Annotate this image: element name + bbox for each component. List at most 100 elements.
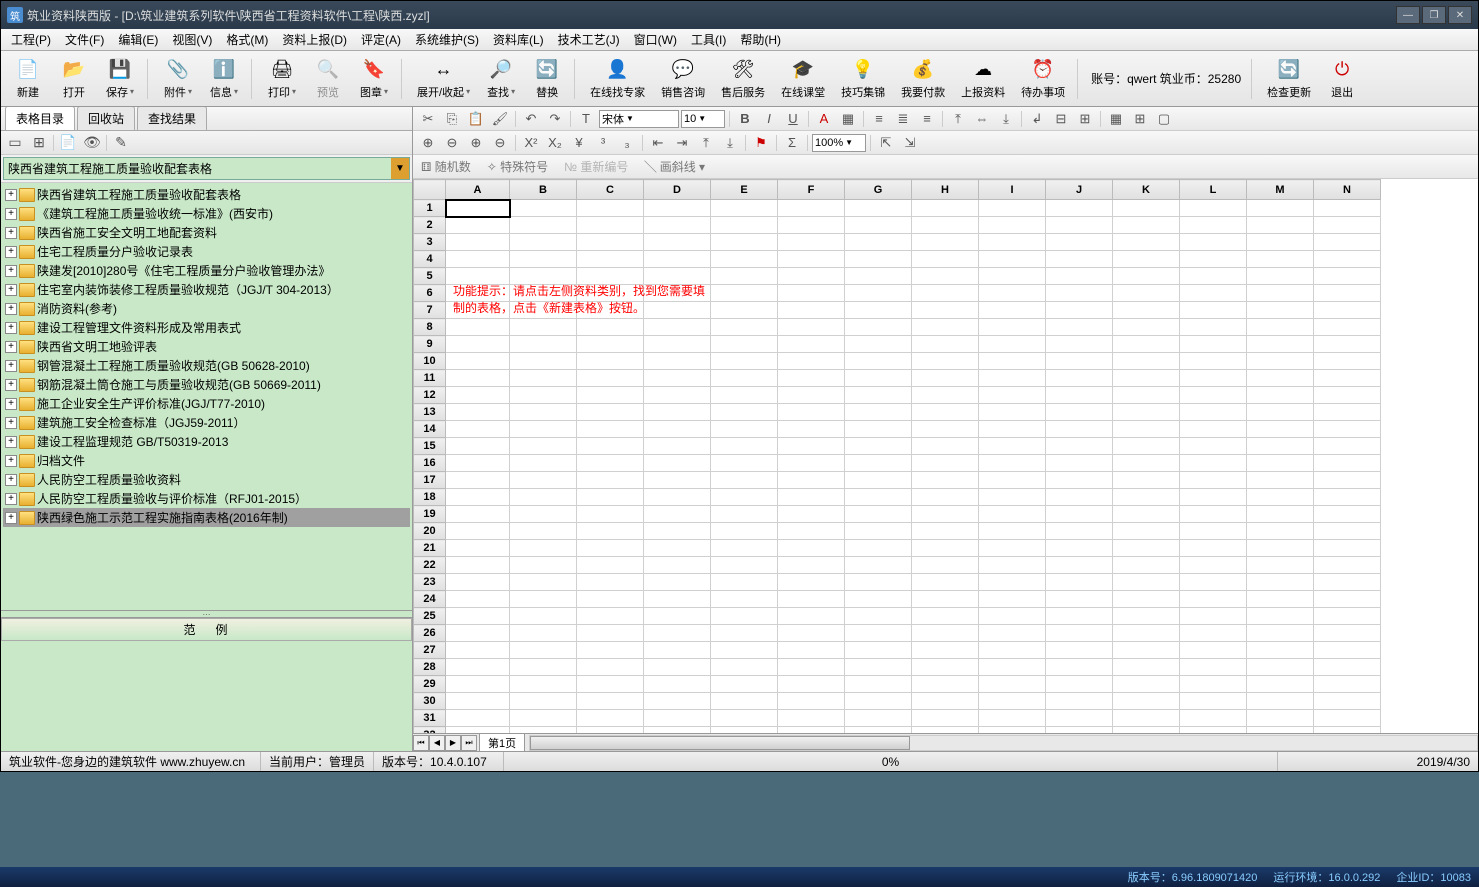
tree-item[interactable]: +建筑施工安全检查标准（JGJ59-2011） — [3, 413, 410, 432]
cell[interactable] — [1113, 319, 1180, 336]
cell[interactable] — [1314, 217, 1381, 234]
cell[interactable] — [845, 251, 912, 268]
cell[interactable] — [1180, 285, 1247, 302]
cell[interactable] — [1247, 302, 1314, 319]
cell[interactable] — [1247, 574, 1314, 591]
cell[interactable] — [1046, 251, 1113, 268]
cell[interactable] — [1247, 404, 1314, 421]
cell[interactable] — [644, 353, 711, 370]
cell[interactable] — [446, 353, 510, 370]
menu-8[interactable]: 资料库(L) — [487, 29, 550, 50]
cell[interactable] — [711, 676, 778, 693]
col-header[interactable]: E — [711, 180, 778, 200]
service-button[interactable]: 🛠售后服务 — [715, 56, 771, 102]
expand-icon[interactable]: + — [5, 246, 17, 258]
cell[interactable] — [845, 455, 912, 472]
upload-button[interactable]: ☁上报资料 — [955, 56, 1011, 102]
cell[interactable] — [1247, 387, 1314, 404]
cell[interactable] — [1046, 319, 1113, 336]
cell[interactable] — [1314, 251, 1381, 268]
cell[interactable] — [979, 642, 1046, 659]
cell[interactable] — [644, 591, 711, 608]
row-header[interactable]: 29 — [414, 676, 446, 693]
cell[interactable] — [979, 506, 1046, 523]
cell[interactable] — [1113, 285, 1180, 302]
cell[interactable] — [912, 268, 979, 285]
expand-icon[interactable]: + — [5, 436, 17, 448]
cell[interactable] — [711, 234, 778, 251]
find-button[interactable]: 🔎查找▾ — [480, 56, 522, 102]
cell[interactable] — [644, 336, 711, 353]
tree-new-icon[interactable]: 📄 — [58, 133, 78, 153]
cell[interactable] — [778, 608, 845, 625]
cell[interactable] — [577, 523, 644, 540]
cell[interactable] — [644, 251, 711, 268]
cell[interactable] — [845, 438, 912, 455]
row-header[interactable]: 14 — [414, 421, 446, 438]
tree-item[interactable]: +人民防空工程质量验收资料 — [3, 470, 410, 489]
row-header[interactable]: 26 — [414, 625, 446, 642]
row-header[interactable]: 22 — [414, 557, 446, 574]
open-button[interactable]: 📂打开 — [53, 56, 95, 102]
cell[interactable] — [446, 489, 510, 506]
cell[interactable] — [1314, 421, 1381, 438]
cell[interactable] — [1113, 540, 1180, 557]
cell[interactable] — [778, 574, 845, 591]
cell[interactable] — [1180, 608, 1247, 625]
shift-up-icon[interactable]: ⤒ — [695, 133, 717, 153]
cell[interactable] — [577, 404, 644, 421]
cell[interactable] — [845, 404, 912, 421]
cell[interactable] — [778, 438, 845, 455]
cell[interactable] — [577, 455, 644, 472]
cell[interactable] — [845, 319, 912, 336]
cell[interactable] — [446, 404, 510, 421]
tree-item[interactable]: +消防资料(参考) — [3, 299, 410, 318]
cell[interactable] — [510, 200, 577, 217]
expand-icon[interactable]: + — [5, 512, 17, 524]
diagonal-button[interactable]: ╲ 画斜线 ▾ — [640, 156, 709, 177]
cell[interactable] — [1247, 540, 1314, 557]
cell[interactable] — [912, 693, 979, 710]
valign-bottom-icon[interactable]: ⤓ — [995, 109, 1017, 129]
cell[interactable] — [446, 438, 510, 455]
sub3-icon[interactable]: ₃ — [616, 133, 638, 153]
col-header[interactable]: J — [1046, 180, 1113, 200]
cell[interactable] — [845, 421, 912, 438]
cell[interactable] — [778, 710, 845, 727]
cell[interactable] — [711, 506, 778, 523]
cell[interactable] — [1247, 353, 1314, 370]
cell[interactable] — [1113, 251, 1180, 268]
cell[interactable] — [711, 710, 778, 727]
cell[interactable] — [1247, 319, 1314, 336]
cell[interactable] — [778, 489, 845, 506]
cell[interactable] — [912, 710, 979, 727]
cell[interactable] — [1113, 404, 1180, 421]
cell[interactable] — [1314, 727, 1381, 734]
menu-2[interactable]: 编辑(E) — [112, 29, 164, 50]
cell[interactable] — [644, 217, 711, 234]
tips-button[interactable]: 💡技巧集锦 — [835, 56, 891, 102]
cell[interactable] — [1247, 608, 1314, 625]
maximize-button[interactable]: ❐ — [1422, 6, 1446, 24]
menu-5[interactable]: 资料上报(D) — [276, 29, 353, 50]
sheet-prev-icon[interactable]: ◀ — [429, 735, 445, 751]
page-left-icon[interactable]: ⇱ — [875, 133, 897, 153]
cell[interactable] — [510, 608, 577, 625]
cell[interactable] — [979, 591, 1046, 608]
cell[interactable] — [1247, 642, 1314, 659]
cell[interactable] — [644, 727, 711, 734]
cell[interactable] — [711, 557, 778, 574]
left-tab-0[interactable]: 表格目录 — [5, 107, 75, 130]
cell[interactable] — [1314, 642, 1381, 659]
cell[interactable] — [778, 421, 845, 438]
cell[interactable] — [644, 659, 711, 676]
cell[interactable] — [510, 693, 577, 710]
cell[interactable] — [510, 625, 577, 642]
todo-button[interactable]: ⏰待办事项 — [1015, 56, 1071, 102]
cell[interactable] — [1046, 455, 1113, 472]
cell[interactable] — [778, 268, 845, 285]
col-header[interactable]: D — [644, 180, 711, 200]
tree-item[interactable]: +钢管混凝土工程施工质量验收规范(GB 50628-2010) — [3, 356, 410, 375]
cell[interactable] — [1314, 625, 1381, 642]
cell[interactable] — [845, 727, 912, 734]
